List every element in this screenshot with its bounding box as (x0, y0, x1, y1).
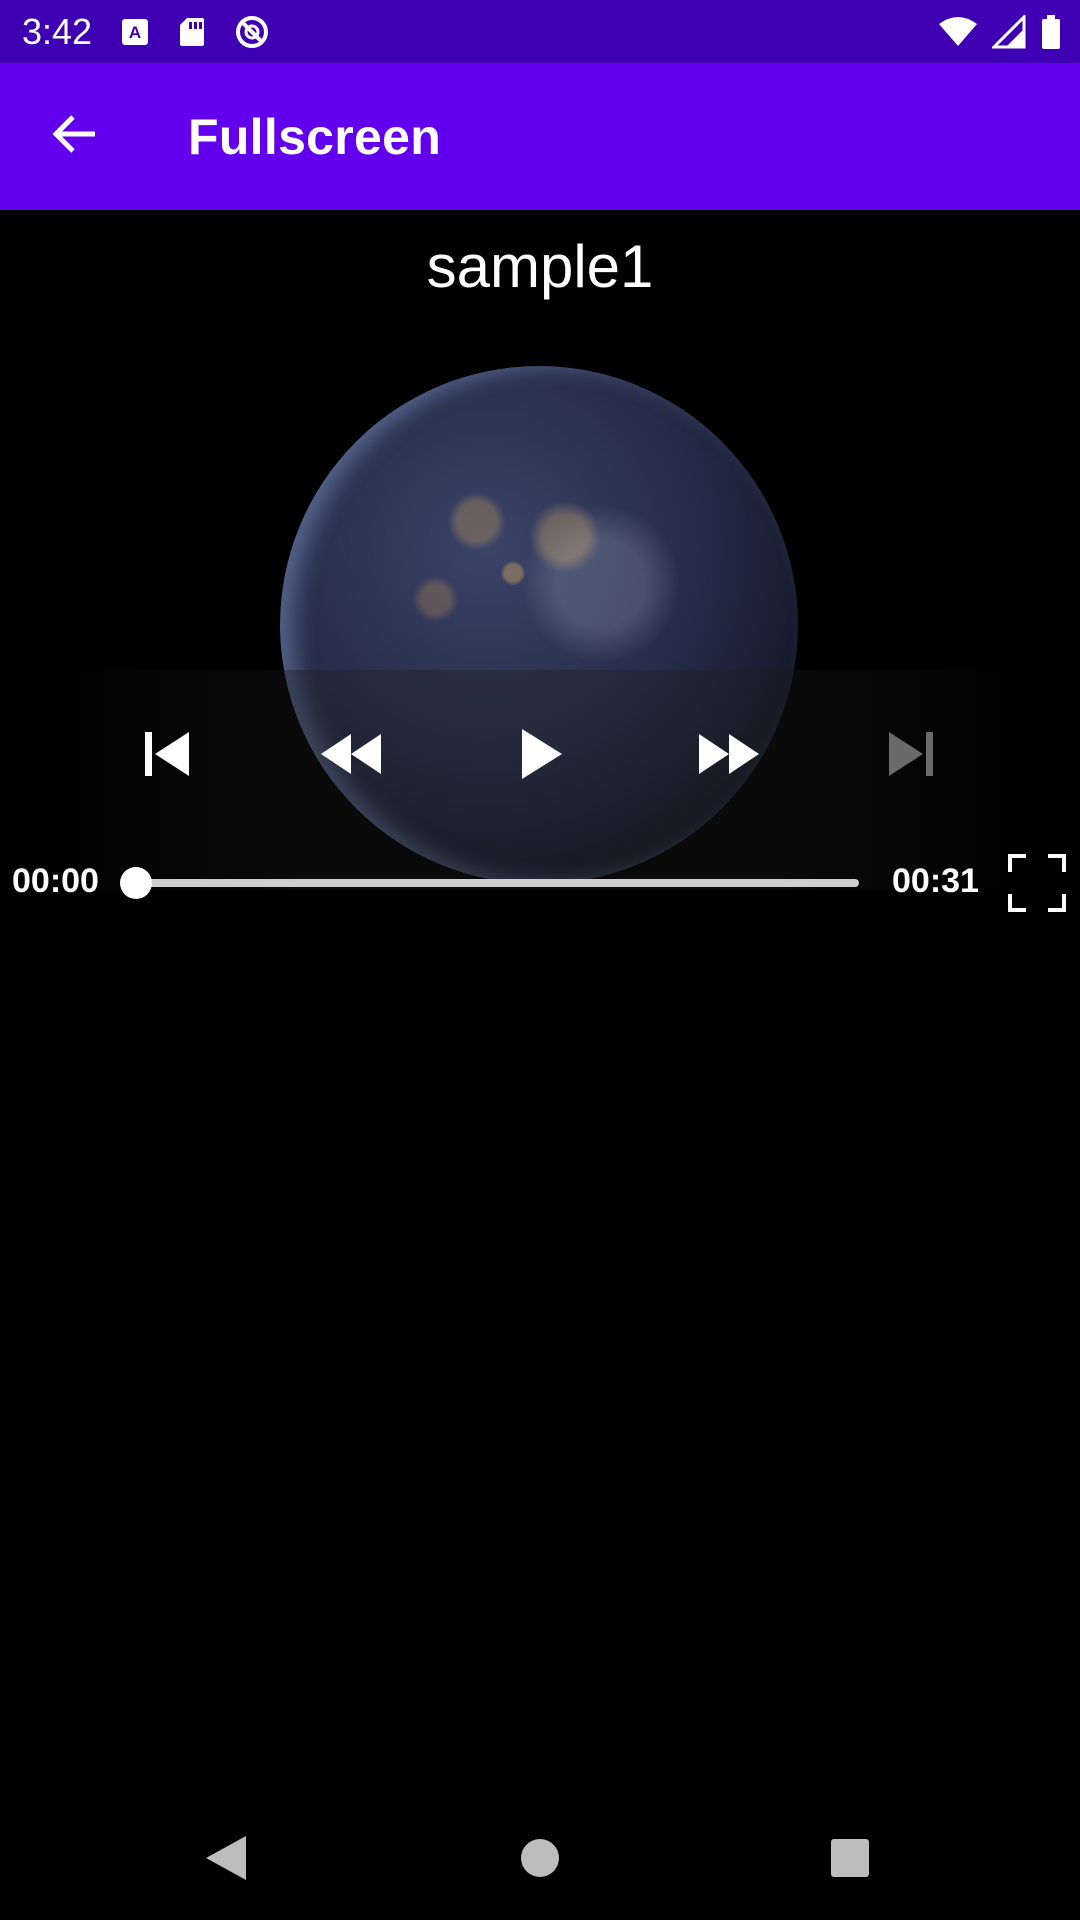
rewind-icon (319, 732, 383, 781)
current-time: 00:00 (12, 862, 99, 900)
next-button[interactable] (866, 720, 956, 792)
nav-home-icon (520, 1838, 560, 1883)
nav-back-icon (204, 1834, 248, 1887)
no-entry-icon (234, 14, 270, 50)
video-title: sample1 (426, 233, 654, 300)
fast-forward-button[interactable] (684, 720, 774, 792)
seek-thumb[interactable] (120, 867, 152, 899)
video-player[interactable] (0, 330, 1080, 890)
fullscreen-button[interactable] (1008, 854, 1066, 912)
nav-home-button[interactable] (510, 1830, 570, 1890)
fullscreen-icon (1008, 854, 1066, 916)
rewind-button[interactable] (306, 720, 396, 792)
skip-previous-icon (143, 731, 191, 782)
wifi-icon (938, 16, 978, 48)
svg-text:A: A (129, 23, 141, 42)
play-icon (520, 728, 564, 785)
nav-back-button[interactable] (196, 1830, 256, 1890)
status-time: 3:42 (22, 10, 93, 52)
status-system-icons (938, 0, 1062, 63)
fast-forward-icon (697, 732, 761, 781)
battery-icon (1040, 14, 1062, 50)
total-time: 00:31 (892, 862, 979, 900)
previous-button[interactable] (122, 720, 212, 792)
seek-bar[interactable] (120, 867, 859, 899)
nav-recents-icon (830, 1838, 870, 1883)
sd-card-icon (178, 16, 206, 48)
signal-icon (992, 14, 1026, 49)
a-badge-icon: A (120, 17, 150, 47)
play-button[interactable] (497, 720, 587, 792)
app-bar: Fullscreen (0, 63, 1080, 210)
arrow-back-icon (51, 114, 97, 159)
seek-row: 00:00 00:31 (0, 850, 1080, 916)
status-notification-icons: A (120, 14, 270, 50)
status-bar: 3:42 A (0, 0, 1080, 63)
navigation-bar (0, 1800, 1080, 1920)
page-title: Fullscreen (188, 108, 442, 165)
skip-next-icon (887, 731, 935, 782)
back-button[interactable] (14, 63, 134, 210)
nav-recents-button[interactable] (820, 1830, 880, 1890)
